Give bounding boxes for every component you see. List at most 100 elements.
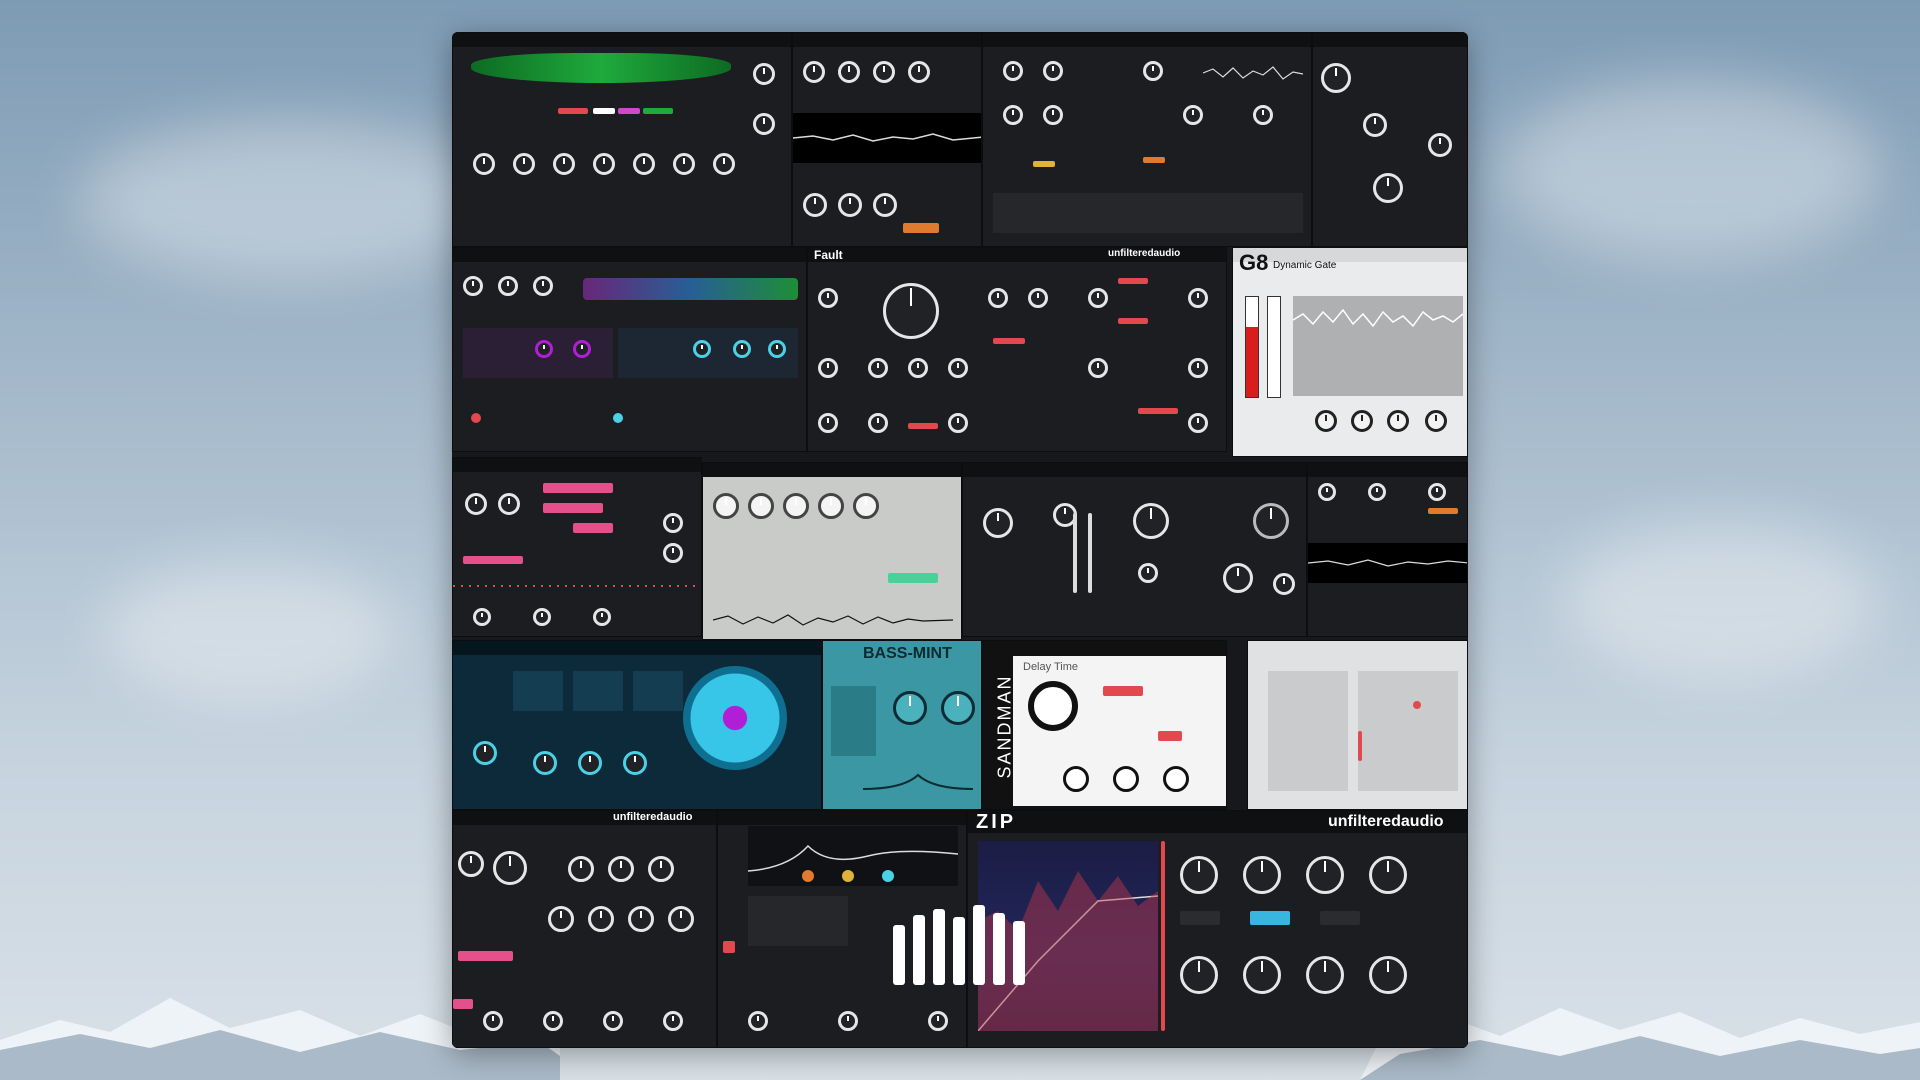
orange-button[interactable]	[903, 223, 939, 233]
knob[interactable]	[818, 413, 838, 433]
mode-button[interactable]	[1180, 911, 1220, 925]
knob[interactable]	[1363, 113, 1387, 137]
knob[interactable]	[1188, 358, 1208, 378]
knob[interactable]	[628, 906, 654, 932]
knob[interactable]	[1243, 856, 1281, 894]
knob[interactable]	[553, 153, 575, 175]
knob[interactable]	[533, 608, 551, 626]
knob[interactable]	[1351, 410, 1373, 432]
knob[interactable]	[668, 906, 694, 932]
knob[interactable]	[748, 1011, 768, 1031]
knob[interactable]	[498, 276, 518, 296]
knob[interactable]	[1425, 410, 1447, 432]
slider-track[interactable]	[1073, 513, 1077, 593]
knob[interactable]	[1273, 573, 1295, 595]
knob[interactable]	[818, 358, 838, 378]
knob[interactable]	[1043, 61, 1063, 81]
knob[interactable]	[535, 340, 553, 358]
knob[interactable]	[753, 63, 775, 85]
knob[interactable]	[753, 113, 775, 135]
delay-time-knob[interactable]	[1028, 681, 1078, 731]
knob[interactable]	[838, 193, 862, 217]
knob[interactable]	[663, 513, 683, 533]
knob[interactable]	[1188, 413, 1208, 433]
knob[interactable]	[593, 153, 615, 175]
knob[interactable]	[463, 276, 483, 296]
knob[interactable]	[663, 1011, 683, 1031]
knob[interactable]	[1321, 63, 1351, 93]
knob[interactable]	[948, 413, 968, 433]
knob[interactable]	[1318, 483, 1336, 501]
knob[interactable]	[983, 508, 1013, 538]
knob[interactable]	[498, 493, 520, 515]
knob[interactable]	[803, 61, 825, 83]
knob[interactable]	[1143, 61, 1163, 81]
knob[interactable]	[568, 856, 594, 882]
knob[interactable]	[1373, 173, 1403, 203]
knob[interactable]	[873, 193, 897, 217]
knob[interactable]	[603, 1011, 623, 1031]
knob[interactable]	[1003, 61, 1023, 81]
knob[interactable]	[533, 276, 553, 296]
knob[interactable]	[988, 288, 1008, 308]
knob[interactable]	[483, 1011, 503, 1031]
knob[interactable]	[803, 193, 827, 217]
knob[interactable]	[578, 751, 602, 775]
knob[interactable]	[473, 153, 495, 175]
knob[interactable]	[868, 413, 888, 433]
central-knob[interactable]	[683, 666, 787, 770]
mode-button[interactable]	[1320, 911, 1360, 925]
knob[interactable]	[473, 741, 497, 765]
knob[interactable]	[908, 61, 930, 83]
knob[interactable]	[733, 340, 751, 358]
knob[interactable]	[818, 493, 844, 519]
knob[interactable]	[908, 358, 928, 378]
knob[interactable]	[1028, 288, 1048, 308]
knob[interactable]	[633, 153, 655, 175]
knob[interactable]	[1180, 956, 1218, 994]
knob[interactable]	[573, 340, 591, 358]
knob[interactable]	[941, 691, 975, 725]
knob[interactable]	[1113, 766, 1139, 792]
knob[interactable]	[873, 61, 895, 83]
knob[interactable]	[893, 691, 927, 725]
knob[interactable]	[1369, 856, 1407, 894]
knob[interactable]	[1315, 410, 1337, 432]
slider-track[interactable]	[1088, 513, 1092, 593]
knob[interactable]	[473, 608, 491, 626]
knob[interactable]	[513, 153, 535, 175]
knob[interactable]	[1387, 410, 1409, 432]
knob[interactable]	[1243, 956, 1281, 994]
knob[interactable]	[1368, 483, 1386, 501]
knob[interactable]	[593, 608, 611, 626]
knob[interactable]	[838, 61, 860, 83]
knob[interactable]	[768, 340, 786, 358]
knob[interactable]	[1088, 358, 1108, 378]
knob[interactable]	[713, 493, 739, 519]
knob[interactable]	[748, 493, 774, 519]
knob[interactable]	[548, 906, 574, 932]
knob[interactable]	[853, 493, 879, 519]
knob[interactable]	[818, 288, 838, 308]
knob-large[interactable]	[883, 283, 939, 339]
knob[interactable]	[1369, 956, 1407, 994]
knob[interactable]	[1428, 483, 1446, 501]
knob[interactable]	[663, 543, 683, 563]
knob[interactable]	[1138, 563, 1158, 583]
knob[interactable]	[1223, 563, 1253, 593]
knob[interactable]	[713, 153, 735, 175]
knob[interactable]	[1133, 503, 1169, 539]
knob[interactable]	[1253, 503, 1289, 539]
knob[interactable]	[673, 153, 695, 175]
knob[interactable]	[1088, 288, 1108, 308]
knob[interactable]	[1163, 766, 1189, 792]
knob[interactable]	[868, 358, 888, 378]
knob[interactable]	[493, 851, 527, 885]
red-button[interactable]	[723, 941, 735, 953]
knob[interactable]	[543, 1011, 563, 1031]
knob[interactable]	[1043, 105, 1063, 125]
knob[interactable]	[1306, 956, 1344, 994]
knob[interactable]	[623, 751, 647, 775]
knob[interactable]	[465, 493, 487, 515]
knob[interactable]	[533, 751, 557, 775]
